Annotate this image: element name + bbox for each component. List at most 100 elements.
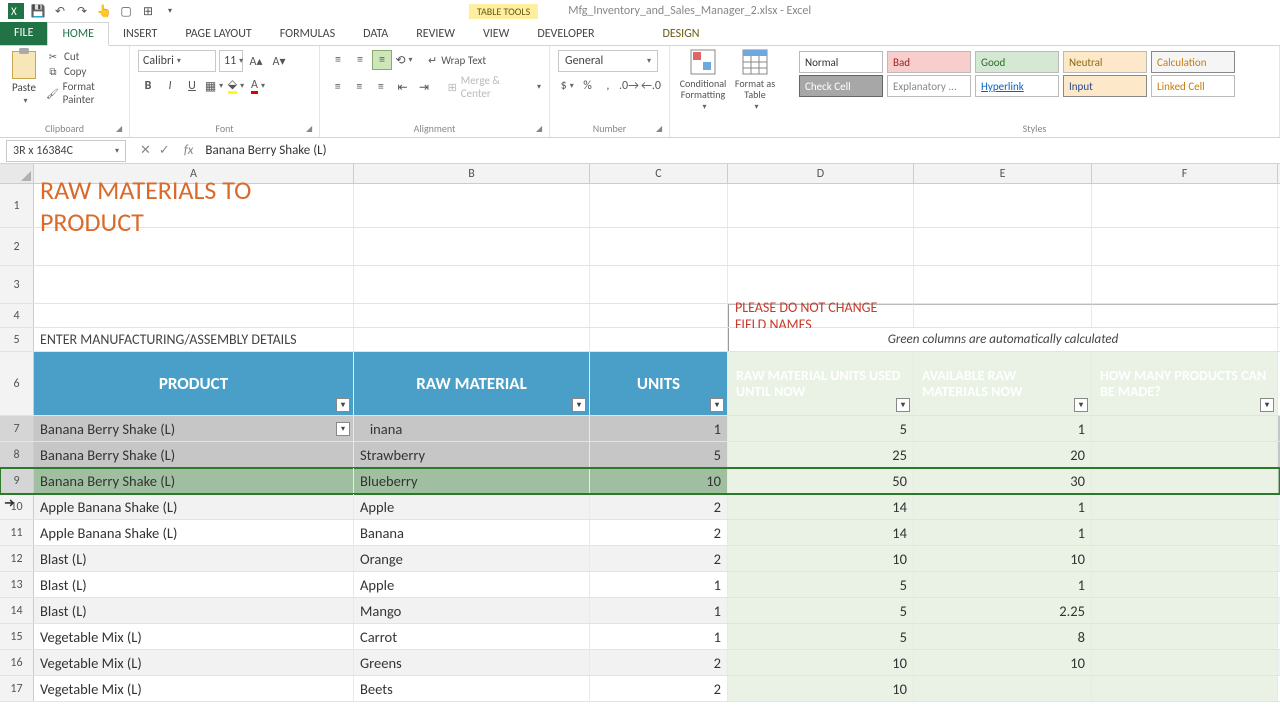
dialog-launcher-icon[interactable]: ◢ — [116, 124, 126, 134]
tab-formulas[interactable]: FORMULAS — [266, 23, 349, 45]
dialog-launcher-icon[interactable]: ◢ — [536, 124, 546, 134]
cell-available[interactable]: 1 — [914, 572, 1092, 597]
tab-developer[interactable]: DEVELOPER — [523, 23, 608, 45]
align-left-icon[interactable]: ≡ — [328, 77, 348, 97]
cell-available[interactable]: 30 — [914, 468, 1092, 493]
cell-used[interactable]: 5 — [728, 416, 914, 441]
cell-raw-material[interactable]: Orange — [354, 546, 590, 571]
qat-customize-icon[interactable]: ▾ — [162, 3, 178, 19]
cell-available[interactable]: 1 — [914, 520, 1092, 545]
col-header-F[interactable]: F — [1092, 164, 1278, 183]
tab-home[interactable]: HOME — [47, 22, 109, 46]
cell-style-normal[interactable]: Normal — [799, 51, 883, 73]
tab-insert[interactable]: INSERT — [109, 23, 171, 45]
cancel-formula-icon[interactable]: ✕ — [140, 143, 151, 158]
filter-icon[interactable]: ▾ — [1260, 398, 1274, 412]
cell-units[interactable]: 2 — [590, 520, 728, 545]
decrease-decimal-icon[interactable]: ←.0 — [641, 76, 661, 96]
increase-decimal-icon[interactable]: .0→ — [619, 76, 639, 96]
cell-style-calculation[interactable]: Calculation — [1151, 51, 1235, 73]
font-name-select[interactable]: Calibri▾ — [138, 50, 216, 72]
wrap-text-button[interactable]: ↵Wrap Text — [428, 54, 486, 67]
cell-style-check-cell[interactable]: Check Cell — [799, 75, 883, 97]
tab-page-layout[interactable]: PAGE LAYOUT — [171, 23, 265, 45]
tab-review[interactable]: REVIEW — [402, 23, 469, 45]
table-row[interactable]: 7Banana Berry Shake (L)▾ inana151 — [0, 416, 1280, 442]
table-row[interactable]: 9Banana Berry Shake (L)Blueberry105030 — [0, 468, 1280, 494]
cell-product[interactable]: Blast (L) — [34, 546, 354, 571]
select-all-button[interactable] — [0, 164, 34, 183]
cell-units[interactable]: 10 — [590, 468, 728, 493]
cell-can-make[interactable] — [1092, 520, 1278, 545]
cell-product[interactable]: Banana Berry Shake (L) — [34, 442, 354, 467]
cell-product[interactable]: Apple Banana Shake (L) — [34, 494, 354, 519]
cell-units[interactable]: 1 — [590, 624, 728, 649]
cell-raw-material[interactable]: Strawberry — [354, 442, 590, 467]
cell-used[interactable]: 5 — [728, 572, 914, 597]
cell-raw-material[interactable]: Mango — [354, 598, 590, 623]
cell-can-make[interactable] — [1092, 416, 1278, 441]
filter-icon[interactable]: ▾ — [572, 398, 586, 412]
cell-product[interactable]: Banana Berry Shake (L)▾ — [34, 416, 354, 441]
cell-style-neutral[interactable]: Neutral — [1063, 51, 1147, 73]
merge-center-button[interactable]: ⊞Merge & Center▾ — [448, 74, 541, 100]
row-header[interactable]: 8 — [0, 442, 34, 467]
new-file-icon[interactable]: ▢ — [118, 3, 134, 19]
percent-format-icon[interactable]: % — [578, 76, 596, 96]
conditional-formatting-button[interactable]: Conditional Formatting▾ — [678, 50, 728, 110]
redo-icon[interactable]: ↷ — [74, 3, 90, 19]
cell-product[interactable]: Blast (L) — [34, 598, 354, 623]
save-icon[interactable]: 💾 — [30, 3, 46, 19]
align-bottom-icon[interactable]: ≡ — [372, 50, 392, 70]
cell-units[interactable]: 2 — [590, 546, 728, 571]
accounting-format-icon[interactable]: $▾ — [558, 76, 576, 96]
table-row[interactable]: 15Vegetable Mix (L)Carrot158 — [0, 624, 1280, 650]
cell-style-bad[interactable]: Bad — [887, 51, 971, 73]
formula-input[interactable]: Banana Berry Shake (L) — [199, 141, 1280, 160]
increase-font-icon[interactable]: A▴ — [246, 51, 266, 71]
cell-can-make[interactable] — [1092, 598, 1278, 623]
cell-can-make[interactable] — [1092, 468, 1278, 493]
cell-used[interactable]: 5 — [728, 598, 914, 623]
table-row[interactable]: 14Blast (L)Mango152.25 — [0, 598, 1280, 624]
cell-raw-material[interactable]: Banana — [354, 520, 590, 545]
align-right-icon[interactable]: ≡ — [371, 77, 391, 97]
cell-can-make[interactable] — [1092, 676, 1278, 701]
cell-product[interactable]: Vegetable Mix (L) — [34, 676, 354, 701]
fx-icon[interactable]: fx — [178, 143, 200, 158]
filter-icon[interactable]: ▾ — [1074, 398, 1088, 412]
cell-style-explanatory[interactable]: Explanatory ... — [887, 75, 971, 97]
cell-can-make[interactable] — [1092, 624, 1278, 649]
decrease-indent-icon[interactable]: ⇤ — [393, 77, 413, 97]
row-3[interactable]: 3 — [0, 266, 1280, 304]
font-size-select[interactable]: 11▾ — [219, 50, 243, 72]
cell-raw-material[interactable]: Carrot — [354, 624, 590, 649]
filter-icon[interactable]: ▾ — [336, 398, 350, 412]
orientation-icon[interactable]: ⟲▾ — [394, 50, 414, 70]
cell-can-make[interactable] — [1092, 442, 1278, 467]
row-header[interactable]: 15 — [0, 624, 34, 649]
cell-raw-material[interactable]: Beets — [354, 676, 590, 701]
tab-view[interactable]: VIEW — [469, 23, 523, 45]
row-4[interactable]: 4 PLEASE DO NOT CHANGE FIELD NAMES — [0, 304, 1280, 328]
row-5[interactable]: 5 ENTER MANUFACTURING/ASSEMBLY DETAILS G… — [0, 328, 1280, 352]
col-header-D[interactable]: D — [728, 164, 914, 183]
cut-button[interactable]: ✂Cut — [46, 50, 121, 63]
col-header-B[interactable]: B — [354, 164, 590, 183]
dialog-launcher-icon[interactable]: ◢ — [306, 124, 316, 134]
cell-raw-material[interactable]: Apple — [354, 494, 590, 519]
row-header[interactable]: 12 — [0, 546, 34, 571]
table-row[interactable]: 16Vegetable Mix (L)Greens21010 — [0, 650, 1280, 676]
cell-used[interactable]: 10 — [728, 650, 914, 675]
table-row[interactable]: 10Apple Banana Shake (L)Apple2141 — [0, 494, 1280, 520]
filter-icon[interactable]: ▾ — [896, 398, 910, 412]
cell-raw-material[interactable]: Greens — [354, 650, 590, 675]
cell-used[interactable]: 5 — [728, 624, 914, 649]
undo-icon[interactable]: ↶ — [52, 3, 68, 19]
row-header[interactable]: 7 — [0, 416, 34, 441]
tab-file[interactable]: FILE — [0, 21, 47, 45]
cell-units[interactable]: 1 — [590, 572, 728, 597]
cell-product[interactable]: Apple Banana Shake (L) — [34, 520, 354, 545]
cell-used[interactable]: 14 — [728, 520, 914, 545]
italic-button[interactable]: I — [160, 76, 180, 96]
